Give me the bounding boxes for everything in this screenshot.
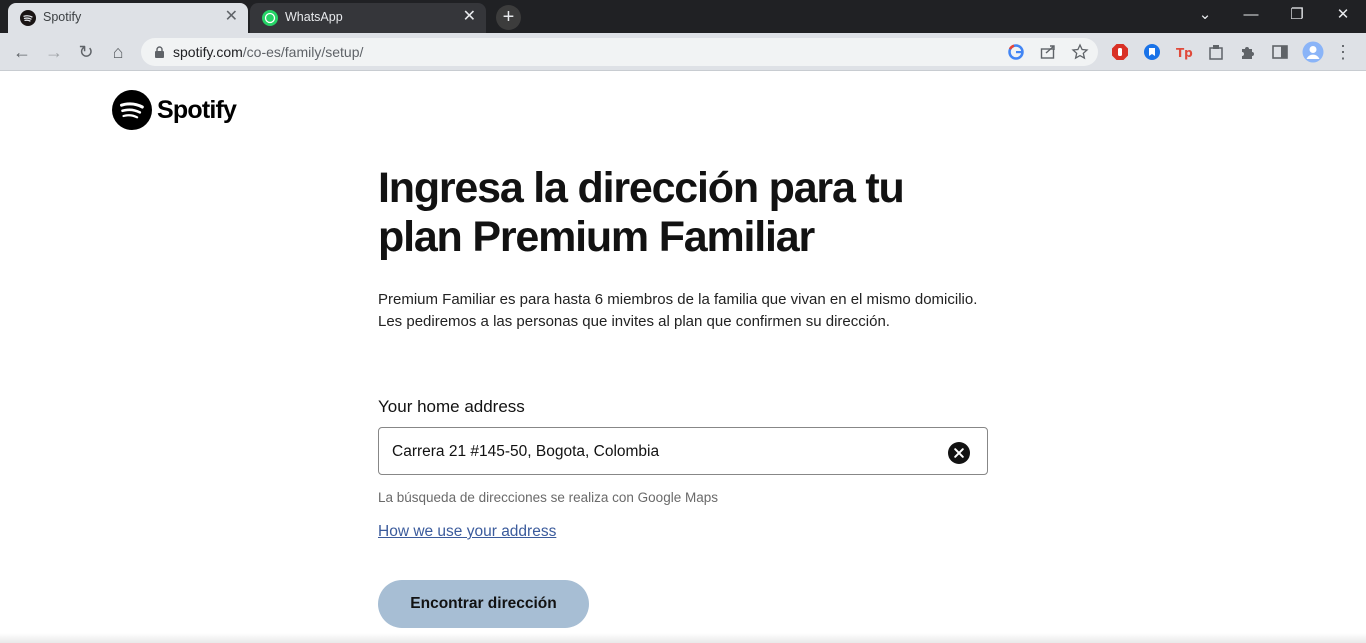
tab-close-icon[interactable]: ✕ [463,8,476,26]
google-icon[interactable] [1007,43,1025,61]
page-bottom-edge [0,633,1366,643]
extension-tp-icon[interactable]: Tp [1175,43,1193,61]
back-button[interactable]: ← [9,39,35,65]
extension-adblock-icon[interactable] [1111,43,1129,61]
tab-whatsapp[interactable]: WhatsApp ✕ [250,3,486,33]
clear-address-icon[interactable] [948,442,970,464]
restore-button[interactable]: ❐ [1274,4,1320,28]
tab-spotify[interactable]: Spotify ✕ [8,3,248,33]
browser-menu-icon[interactable]: ⋮ [1331,39,1355,65]
address-field-label: Your home address [378,397,525,416]
extension-blue-icon[interactable] [1143,43,1161,61]
address-input[interactable] [392,441,932,463]
minimize-button[interactable]: — [1228,4,1274,28]
url-host: spotify.com [173,44,243,60]
address-hint: La búsqueda de direcciones se realiza co… [378,490,718,505]
whatsapp-favicon-icon [262,10,278,26]
share-icon[interactable] [1039,43,1057,61]
profile-avatar-icon[interactable] [1302,41,1324,63]
close-window-button[interactable]: ✕ [1320,4,1366,28]
spotify-logo[interactable]: Spotify [112,90,237,130]
url-path: /co-es/family/setup/ [242,44,364,60]
address-field[interactable] [378,427,988,475]
find-address-button[interactable]: Encontrar dirección [378,580,589,628]
reload-button[interactable]: ↻ [73,39,99,65]
tab-title: Spotify [43,10,82,24]
tab-strip: Spotify ✕ WhatsApp ✕ + ⌄ — ❐ ✕ [0,0,1366,33]
address-bar[interactable]: spotify.com/co-es/family/setup/ [141,38,1098,66]
spotify-logo-icon [112,90,152,130]
home-button[interactable]: ⌂ [105,39,131,65]
side-panel-icon[interactable] [1271,43,1289,61]
browser-toolbar: ← → ↻ ⌂ spotify.com/co-es/family/setup/ … [0,33,1366,71]
tab-close-icon[interactable]: ✕ [225,8,238,26]
tab-title: WhatsApp [285,10,343,24]
tab-search-icon[interactable]: ⌄ [1182,4,1228,28]
logo-wordmark: Spotify [157,95,237,124]
lock-icon [155,45,164,58]
page-description: Premium Familiar es para hasta 6 miembro… [378,291,978,330]
page-title: Ingresa la dirección para tu plan Premiu… [378,164,905,261]
new-tab-button[interactable]: + [496,5,521,30]
bookmark-star-icon[interactable] [1071,43,1089,61]
extension-clipboard-icon[interactable] [1207,43,1225,61]
how-we-use-address-link[interactable]: How we use your address [378,523,556,541]
url-text: spotify.com/co-es/family/setup/ [173,44,363,60]
forward-button[interactable]: → [41,39,67,65]
spotify-favicon-icon [20,10,36,26]
svg-text:Tp: Tp [1176,46,1193,60]
extensions-puzzle-icon[interactable] [1239,43,1257,61]
